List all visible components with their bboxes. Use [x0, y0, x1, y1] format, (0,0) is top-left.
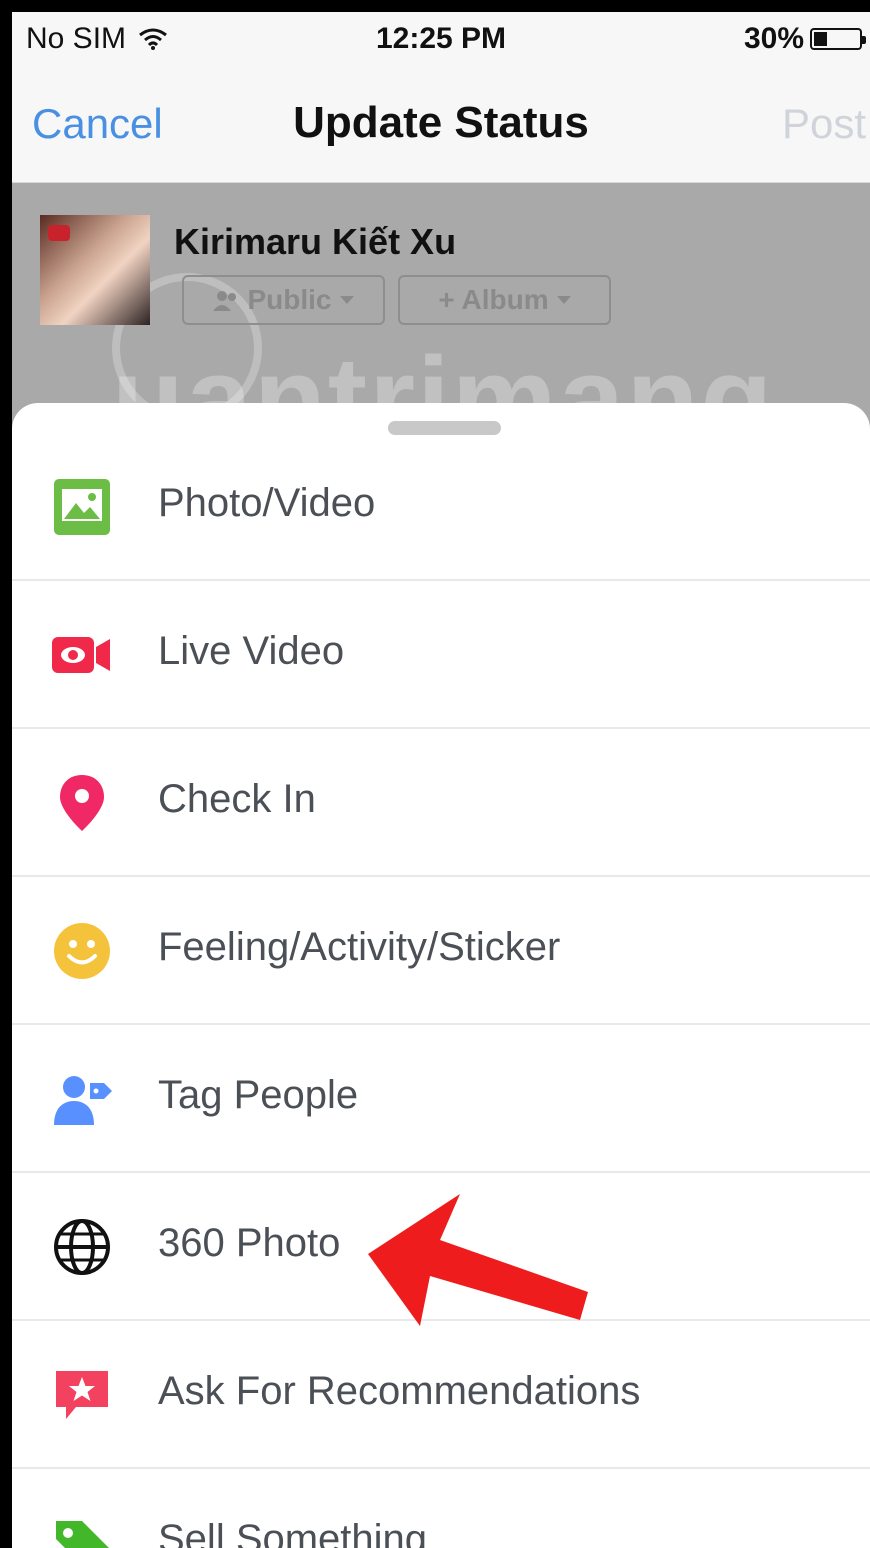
option-sell-something[interactable]: Sell Something — [12, 1469, 870, 1548]
battery-percent: 30% — [743, 22, 804, 55]
option-tag-people[interactable]: Tag People — [12, 1025, 870, 1173]
option-photo-video[interactable]: Photo/Video — [12, 433, 870, 581]
audience-label: Public — [247, 284, 332, 315]
option-feeling-activity[interactable]: Feeling/Activity/Sticker — [12, 877, 870, 1025]
album-selector[interactable]: + Album — [398, 275, 611, 325]
nav-bar: Cancel Update Status Post — [12, 68, 870, 183]
option-360-photo[interactable]: 360 Photo — [12, 1173, 870, 1321]
user-name: Kirimaru Kiết Xu — [174, 221, 457, 262]
option-label: 360 Photo — [158, 1221, 341, 1265]
option-label: Live Video — [158, 629, 345, 673]
smiley-icon — [54, 923, 110, 979]
option-label: Sell Something — [158, 1517, 428, 1548]
people-icon — [213, 291, 237, 311]
phone-screen: No SIM 12:25 PM 30% Cancel Update Status… — [12, 12, 870, 1548]
chevron-down-icon — [339, 296, 354, 304]
post-button[interactable]: Post — [782, 100, 866, 148]
album-label: + Album — [438, 284, 549, 315]
option-label: Feeling/Activity/Sticker — [158, 925, 561, 969]
audience-selector[interactable]: Public — [182, 275, 385, 325]
option-label: Tag People — [158, 1073, 359, 1117]
option-label: Check In — [158, 777, 316, 821]
options-sheet: Photo/Video Live Video Check In Feeling/… — [12, 403, 870, 1548]
option-live-video[interactable]: Live Video — [12, 581, 870, 729]
option-label: Photo/Video — [158, 481, 376, 525]
status-bar: No SIM 12:25 PM 30% — [12, 12, 870, 68]
recommendation-star-icon — [56, 1371, 108, 1419]
live-video-icon — [52, 637, 110, 673]
option-check-in[interactable]: Check In — [12, 729, 870, 877]
tag-people-icon — [54, 1076, 112, 1125]
photo-video-icon — [54, 479, 110, 535]
check-in-pin-icon — [60, 775, 104, 831]
clock: 12:25 PM — [375, 22, 507, 55]
battery-group: 30% — [743, 22, 866, 56]
globe-icon — [54, 1219, 110, 1275]
option-label: Ask For Recommendations — [158, 1369, 641, 1413]
option-ask-recommendations[interactable]: Ask For Recommendations — [12, 1321, 870, 1469]
avatar[interactable] — [40, 215, 150, 325]
chevron-down-icon — [556, 296, 571, 304]
sell-tag-icon — [56, 1521, 109, 1548]
battery-icon — [810, 28, 866, 50]
page-title: Update Status — [293, 98, 589, 147]
